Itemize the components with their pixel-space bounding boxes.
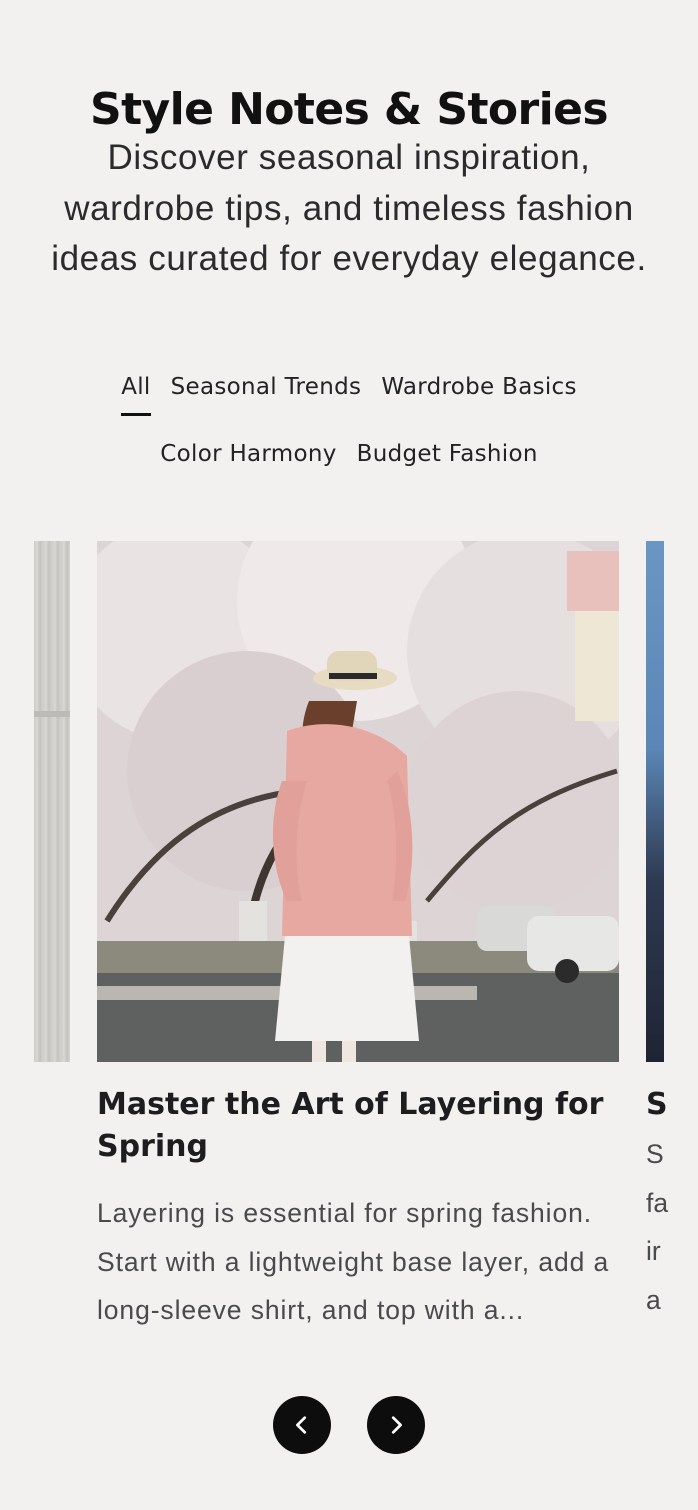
carousel-prev-button[interactable] [273,1396,331,1454]
next-card-title-fragment: S [646,1087,668,1122]
blog-card-excerpt: Layering is essential for spring fashion… [97,1198,610,1325]
blog-card-image[interactable] [97,541,619,1062]
previous-card-peek[interactable] [34,541,70,1062]
next-card-excerpt-line-1: S [646,1139,664,1169]
tab-seasonal-trends[interactable]: Seasonal Trends [171,370,362,404]
blossom-photo-illustration [97,541,619,1062]
carousel-next-button[interactable] [367,1396,425,1454]
next-card-excerpt-line-2: fa [646,1187,669,1218]
next-card-peek[interactable]: S S fa ir a [646,541,698,1441]
next-card-image [646,541,664,1062]
blog-card[interactable]: Master the Art of Layering for Spring La… [97,541,619,1335]
next-card-excerpt-line-4: a [646,1284,661,1315]
tab-color-harmony[interactable]: Color Harmony [160,437,336,471]
next-card-excerpt-fragment: S fa ir a [646,1130,698,1324]
tab-wardrobe-basics[interactable]: Wardrobe Basics [381,370,576,404]
chevron-left-icon [296,1416,307,1434]
page-subtitle: Discover seasonal inspiration, wardrobe … [51,138,647,278]
chevron-right-icon [391,1416,402,1434]
previous-card-image-detail [34,711,70,717]
blog-card-title[interactable]: Master the Art of Layering for Spring [97,1084,619,1168]
tab-all[interactable]: All [121,370,152,416]
next-card-excerpt-line-3: ir [646,1236,661,1266]
tab-budget-fashion[interactable]: Budget Fashion [357,437,538,471]
category-tabs: All Seasonal Trends Wardrobe Basics Colo… [0,370,698,471]
page-title: Style Notes & Stories [90,84,609,136]
